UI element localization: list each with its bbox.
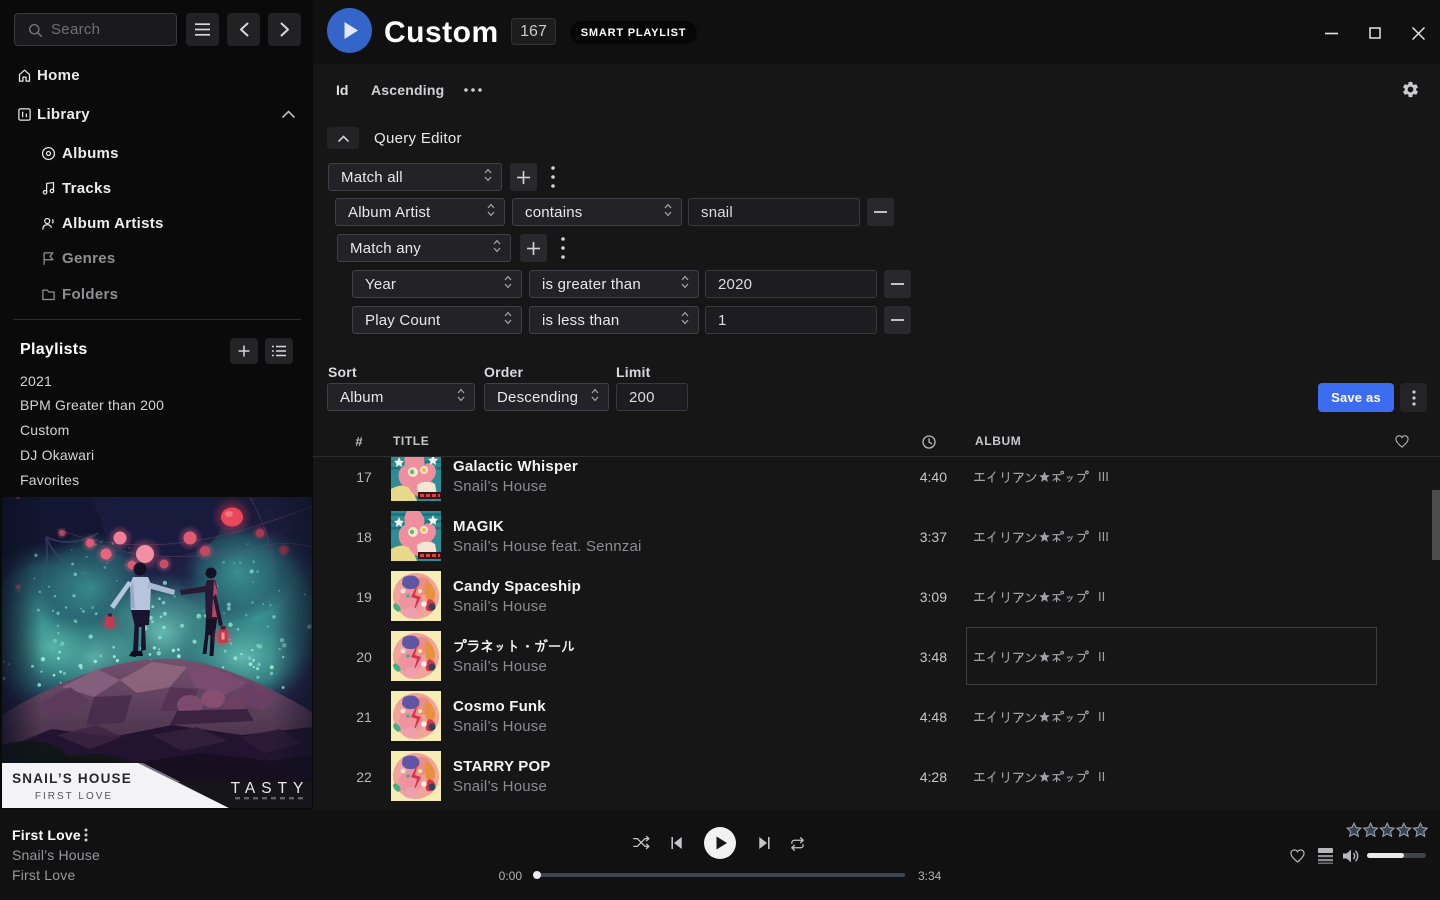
svg-text:TASTY: TASTY bbox=[231, 780, 310, 797]
svg-text:SNAIL’S HOUSE: SNAIL’S HOUSE bbox=[12, 771, 132, 786]
svg-text:FIRST LOVE: FIRST LOVE bbox=[35, 791, 113, 802]
